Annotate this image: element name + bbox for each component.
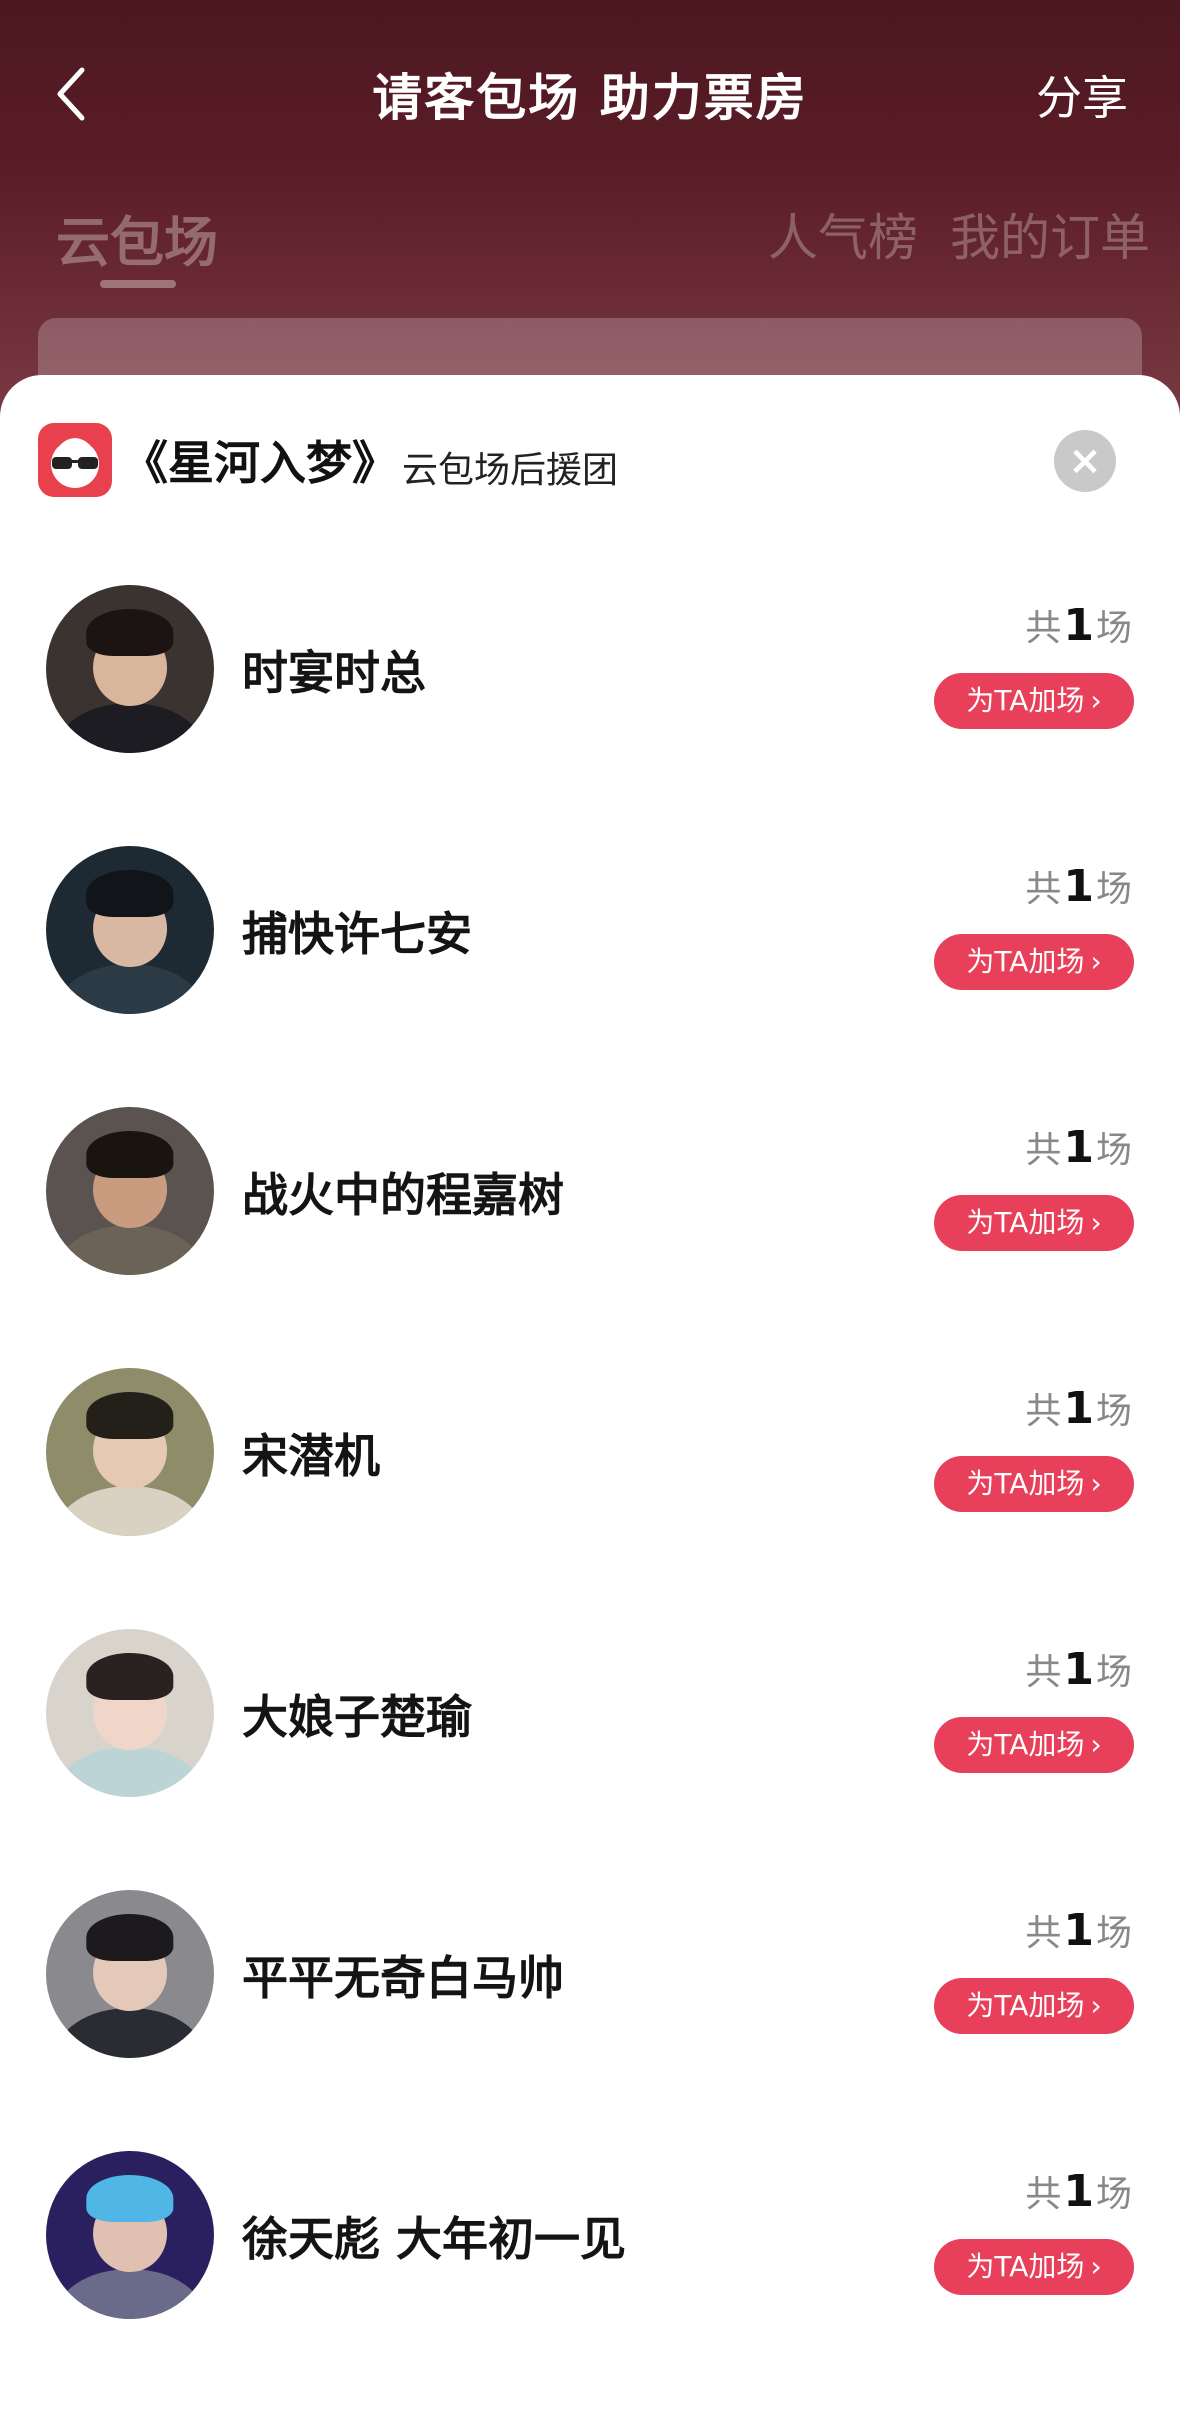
item-name: 徐天彪 大年初一见 bbox=[242, 2212, 627, 2266]
tab-bar: 云包场 人气榜 我的订单 bbox=[0, 190, 1180, 300]
list-item: 宋潜机 共1场 为TA加场 › bbox=[0, 1368, 1180, 1629]
list-item: 平平无奇白马帅 共1场 为TA加场 › bbox=[0, 1890, 1180, 2151]
chevron-right-icon: › bbox=[1090, 1728, 1102, 1761]
avatar[interactable] bbox=[46, 585, 214, 753]
chevron-right-icon: › bbox=[1090, 1467, 1102, 1500]
share-button[interactable]: 分享 bbox=[1036, 62, 1128, 128]
supporter-list: 时宴时总 共1场 为TA加场 › 捕快许七安 共1场 为TA加场 › 战火中的程嘉树… bbox=[0, 585, 1180, 2412]
avatar[interactable] bbox=[46, 1629, 214, 1797]
avatar[interactable] bbox=[46, 2151, 214, 2319]
add-session-button[interactable]: 为TA加场 › bbox=[934, 1978, 1134, 2034]
sheet-header: 《星河入梦》 云包场后援团 × bbox=[0, 375, 1180, 525]
session-count: 共1场 bbox=[1025, 2166, 1132, 2217]
item-name: 宋潜机 bbox=[242, 1429, 380, 1483]
add-session-button[interactable]: 为TA加场 › bbox=[934, 1717, 1134, 1773]
session-count: 共1场 bbox=[1025, 1383, 1132, 1434]
chevron-right-icon: › bbox=[1090, 2250, 1102, 2283]
tab-cloud-booking[interactable]: 云包场 bbox=[56, 198, 218, 277]
tab-active-indicator bbox=[100, 280, 176, 288]
tab-popularity-rank[interactable]: 人气榜 bbox=[768, 198, 918, 270]
item-name: 平平无奇白马帅 bbox=[242, 1951, 564, 2005]
item-name: 时宴时总 bbox=[242, 646, 426, 700]
chevron-right-icon: › bbox=[1090, 1206, 1102, 1239]
item-name: 大娘子楚瑜 bbox=[242, 1690, 472, 1744]
page-title: 请客包场 助力票房 bbox=[372, 69, 808, 127]
chevron-right-icon: › bbox=[1090, 684, 1102, 717]
top-nav-bar: 请客包场 助力票房 分享 bbox=[0, 0, 1180, 190]
chevron-right-icon: › bbox=[1090, 945, 1102, 978]
list-item: 时宴时总 共1场 为TA加场 › bbox=[0, 585, 1180, 846]
add-session-button[interactable]: 为TA加场 › bbox=[934, 673, 1134, 729]
session-count: 共1场 bbox=[1025, 1905, 1132, 1956]
session-count: 共1场 bbox=[1025, 600, 1132, 651]
chevron-right-icon: › bbox=[1090, 1989, 1102, 2022]
add-session-button[interactable]: 为TA加场 › bbox=[934, 1456, 1134, 1512]
list-item: 徐天彪 大年初一见 共1场 为TA加场 › bbox=[0, 2151, 1180, 2412]
app-logo-icon bbox=[38, 423, 112, 497]
item-name: 战火中的程嘉树 bbox=[242, 1168, 564, 1222]
avatar[interactable] bbox=[46, 1890, 214, 2058]
session-count: 共1场 bbox=[1025, 1644, 1132, 1695]
add-session-button[interactable]: 为TA加场 › bbox=[934, 1195, 1134, 1251]
list-item: 大娘子楚瑜 共1场 为TA加场 › bbox=[0, 1629, 1180, 1890]
list-item: 捕快许七安 共1场 为TA加场 › bbox=[0, 846, 1180, 1107]
sheet-subtitle: 云包场后援团 bbox=[402, 450, 619, 491]
avatar[interactable] bbox=[46, 846, 214, 1014]
item-name: 捕快许七安 bbox=[242, 907, 472, 961]
tab-my-orders[interactable]: 我的订单 bbox=[950, 198, 1150, 270]
sheet-movie-title: 《星河入梦》 bbox=[122, 436, 398, 490]
add-session-button[interactable]: 为TA加场 › bbox=[934, 2239, 1134, 2295]
avatar[interactable] bbox=[46, 1368, 214, 1536]
session-count: 共1场 bbox=[1025, 861, 1132, 912]
add-session-button[interactable]: 为TA加场 › bbox=[934, 934, 1134, 990]
list-item: 战火中的程嘉树 共1场 为TA加场 › bbox=[0, 1107, 1180, 1368]
close-button[interactable]: × bbox=[1054, 430, 1116, 492]
bottom-sheet: 《星河入梦》 云包场后援团 × 时宴时总 共1场 为TA加场 › 捕快许七安 共1… bbox=[0, 375, 1180, 2422]
session-count: 共1场 bbox=[1025, 1122, 1132, 1173]
avatar[interactable] bbox=[46, 1107, 214, 1275]
